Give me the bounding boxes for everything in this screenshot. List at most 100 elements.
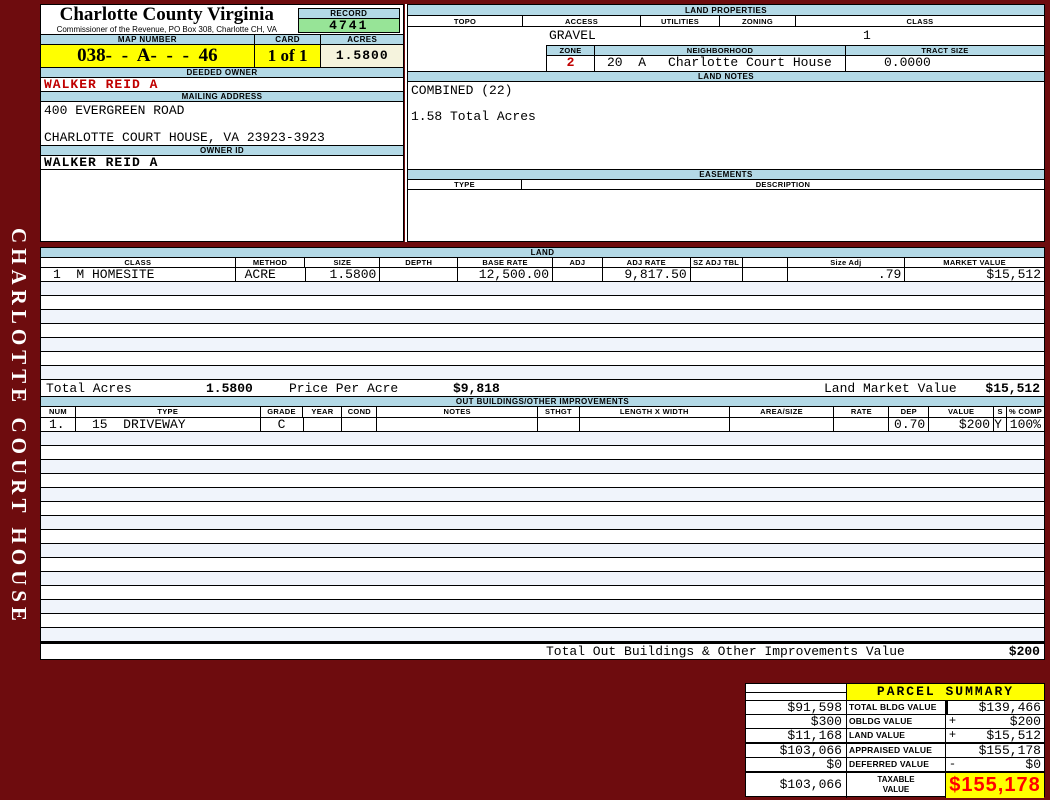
county-sidebar-banner: CHARLOTTE COURT HOUSE [7, 228, 31, 626]
prior-value: $103,066 [746, 773, 847, 798]
land-sz-adj-tbl-cell [691, 268, 743, 281]
column-header-zoning: ZONING [720, 16, 796, 26]
ob-year-cell [304, 418, 343, 431]
row-op [946, 701, 959, 714]
land-market-value-cell: $15,512 [986, 268, 1042, 281]
column-header-pct-comp: % COMP [1009, 407, 1043, 416]
neighborhood-label: NEIGHBORHOOD [595, 46, 846, 55]
row-label: APPRAISED VALUE [847, 744, 946, 757]
column-header-length-width: LENGTH X WIDTH [580, 407, 730, 417]
county-title: Charlotte County Virginia [59, 5, 274, 25]
land-base-rate-cell: 12,500.00 [458, 268, 554, 281]
column-header-sthgt: STHGT [538, 407, 580, 417]
commissioner-line: Commissioner of the Revenue, PO Box 308,… [56, 25, 277, 34]
land-method-cell: ACRE [236, 268, 306, 281]
address-line-2: CHARLOTTE COURT HOUSE, VA 23923-3923 [44, 130, 325, 145]
tract-size-label: TRACT SIZE [846, 46, 1044, 55]
owner-panel: Charlotte County Virginia Commissioner o… [40, 4, 404, 242]
row-op: - [948, 758, 957, 771]
card-label: CARD [254, 35, 322, 44]
parcel-summary-title: PARCEL SUMMARY [847, 684, 1044, 700]
acres-label: ACRES [321, 35, 403, 44]
column-header-base-rate: BASE RATE [458, 258, 553, 267]
column-header-utilities: UTILITIES [641, 16, 720, 26]
ob-length-width-cell [580, 418, 730, 431]
zone-headers: ZONE NEIGHBORHOOD TRACT SIZE [547, 46, 1044, 56]
row-label: LAND VALUE [847, 729, 946, 742]
column-header-method: METHOD [236, 258, 306, 267]
column-header-year: YEAR [303, 407, 343, 417]
land-totals-row: Total Acres 1.5800 Price Per Acre $9,818… [41, 380, 1044, 397]
column-header-value: VALUE [929, 407, 995, 417]
prior-value: $0 [746, 758, 847, 771]
row-label: DEFERRED VALUE [847, 758, 946, 771]
address-line-1: 400 EVERGREEN ROAD [44, 103, 185, 118]
land-market-value-total: $15,512 [985, 381, 1040, 396]
land-table-title: LAND [41, 248, 1044, 258]
out-buildings-total-label: Total Out Buildings & Other Improvements… [546, 644, 905, 659]
ob-num-cell: 1. [41, 418, 76, 431]
easements-headers: TYPE DESCRIPTION [408, 180, 1044, 190]
taxable-label: TAXABLE VALUE [847, 773, 946, 798]
column-header-grade: GRADE [261, 407, 304, 417]
land-blank-cell [743, 268, 788, 281]
ob-s-cell: Y [994, 418, 1008, 431]
total-acres-value: 1.5800 [206, 381, 253, 396]
out-buildings-headers: NUM TYPE GRADE YEAR COND NOTES STHGT LEN… [41, 407, 1044, 418]
land-notes-title: LAND NOTES [408, 72, 1044, 82]
column-header-adj-rate: ADJ RATE [603, 258, 691, 267]
title-row: Charlotte County Virginia Commissioner o… [41, 5, 403, 34]
prior-value: $103,066 [746, 744, 847, 757]
out-buildings-empty-rows [41, 432, 1044, 642]
column-header-type: TYPE [408, 180, 522, 189]
zone-label: ZONE [547, 46, 595, 55]
land-size-cell: 1.5800 [306, 268, 381, 281]
county-title-block: Charlotte County Virginia Commissioner o… [41, 5, 293, 34]
out-buildings-title: OUT BUILDINGS/OTHER IMPROVEMENTS [41, 397, 1044, 407]
row-value: $139,466 [978, 701, 1041, 714]
land-properties-title: LAND PROPERTIES [408, 5, 1044, 16]
column-header-area-size: AREA/SIZE [730, 407, 835, 417]
column-header-access: ACCESS [523, 16, 641, 26]
column-header-s: S [994, 407, 1008, 417]
row-label: OBLDG VALUE [847, 715, 946, 728]
column-header-depth: DEPTH [380, 258, 459, 267]
row-label: TOTAL BLDG VALUE [847, 701, 946, 714]
column-header-size-adj: Size Adj [788, 258, 906, 267]
zone-values: 2 20 A Charlotte Court House 0.0000 [547, 56, 1044, 71]
prior-value: $300 [746, 715, 847, 728]
tract-size-value: 0.0000 [884, 56, 931, 70]
land-adj-rate-cell: 9,817.50 [603, 268, 691, 281]
summary-row-obldg: $300 OBLDG VALUE + $200 [746, 715, 1044, 729]
column-header-size: SIZE [305, 258, 381, 267]
column-header-dep: DEP [889, 407, 930, 417]
summary-row-appraised: $103,066 APPRAISED VALUE $155,178 [746, 744, 1044, 758]
ob-rate-cell [834, 418, 890, 431]
land-table-row: 1 M HOMESITE ACRE 1.5800 12,500.00 9,817… [41, 268, 1044, 282]
card-value: 1 of 1 [254, 45, 322, 67]
column-header-market-value: MARKET VALUE [943, 258, 1006, 267]
zone-neighborhood-table: ZONE NEIGHBORHOOD TRACT SIZE 2 20 A Charl… [546, 45, 1044, 71]
row-value: $200 [1009, 715, 1041, 728]
record-box: RECORD 4741 [297, 8, 400, 33]
land-market-value-label: Land Market Value [824, 381, 957, 396]
prior-value: $91,598 [746, 701, 847, 714]
land-notes-text: COMBINED (22) 1.58 Total Acres [408, 82, 1044, 170]
column-header-class: CLASS [41, 258, 236, 267]
easements-title: EASEMENTS [408, 170, 1044, 180]
total-acres-label: Total Acres [46, 381, 132, 396]
summary-row-taxable: $103,066 TAXABLE VALUE $155,178 [746, 773, 1044, 798]
price-per-acre-value: $9,818 [453, 381, 500, 396]
row-value: $15,512 [986, 729, 1041, 742]
acres-value: 1.5800 [321, 45, 403, 67]
land-table-headers: CLASS METHOD SIZE DEPTH BASE RATE ADJ AD… [41, 258, 1044, 268]
land-depth-cell [380, 268, 459, 281]
row-op: + [948, 729, 957, 742]
land-empty-rows [41, 282, 1044, 380]
ob-grade-cell: C [261, 418, 304, 431]
prior-value: $11,168 [746, 729, 847, 742]
ob-sthgt-cell [538, 418, 580, 431]
map-card-acres-values: 038- - A- - - 46 1 of 1 1.5800 [41, 45, 403, 68]
ob-type-cell: 15 DRIVEWAY [76, 418, 261, 431]
record-value: 4741 [298, 19, 399, 32]
